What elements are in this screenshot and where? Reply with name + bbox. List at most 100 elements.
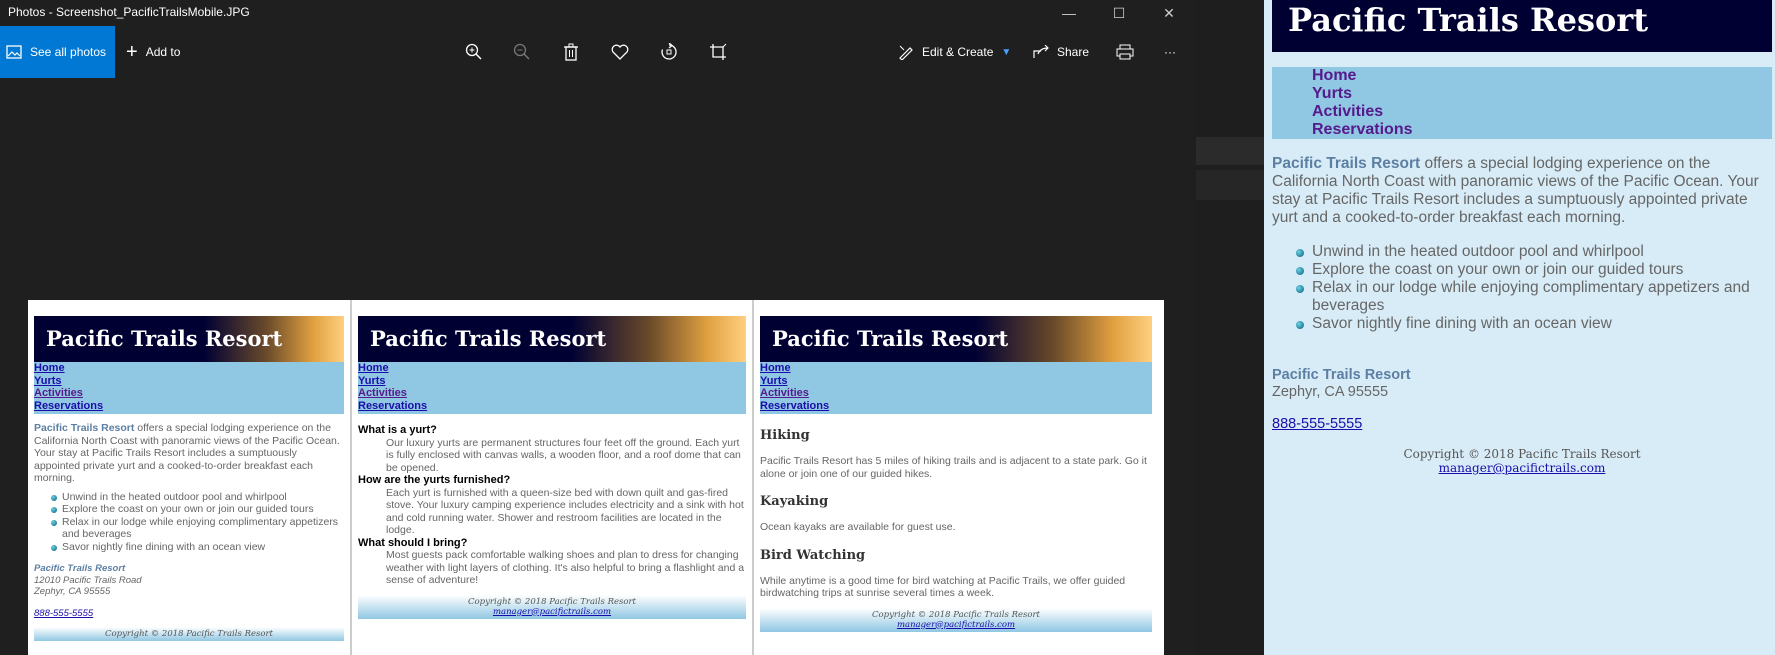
background-bar <box>1196 137 1264 165</box>
intro-lead: Pacific Trails Resort <box>1272 155 1421 172</box>
crop-icon[interactable] <box>706 40 730 64</box>
add-to-label: Add to <box>145 45 181 59</box>
nav-activities[interactable]: Activities <box>358 387 746 400</box>
photos-icon <box>6 45 22 59</box>
address: Pacific Trails Resort Zephyr, CA 95555 <box>1272 367 1411 401</box>
address-name: Pacific Trails Resort <box>34 563 126 574</box>
activity-text: While anytime is a good time for bird wa… <box>760 574 1126 600</box>
faq-question: What is a yurt? <box>358 424 437 436</box>
image-viewer: Pacific Trails Resort Home Yurts Activit… <box>28 300 1164 655</box>
footer: Copyright © 2018 Pacific Trails Resort m… <box>1272 447 1772 475</box>
delete-icon[interactable] <box>559 40 583 64</box>
site-nav: Home Yurts Activities Reservations <box>1272 67 1772 139</box>
share-button[interactable]: Share <box>1033 26 1089 78</box>
phone-link[interactable]: 888-555-5555 <box>1272 416 1362 432</box>
zoom-out-icon[interactable] <box>510 40 534 64</box>
address-street: 12010 Pacific Trails Road <box>34 574 142 586</box>
share-label: Share <box>1057 45 1090 59</box>
nav-yurts[interactable]: Yurts <box>358 375 746 388</box>
nav-reservations[interactable]: Reservations <box>358 400 746 413</box>
copyright: Copyright © 2018 Pacific Trails Resort <box>105 628 273 639</box>
list-item: Unwind in the heated outdoor pool and wh… <box>1296 243 1767 261</box>
title-bar: Photos - Screenshot_PacificTrailsMobile.… <box>0 0 1196 26</box>
nav-yurts[interactable]: Yurts <box>760 375 1152 388</box>
plus-icon: + <box>126 40 138 63</box>
address-city: Zephyr, CA 95555 <box>34 586 111 597</box>
chevron-down-icon: ▼ <box>1001 46 1012 58</box>
list-item: Explore the coast on your own or join ou… <box>51 503 344 516</box>
nav-home[interactable]: Home <box>1312 67 1772 85</box>
address: Pacific Trails Resort 12010 Pacific Trai… <box>34 563 344 598</box>
email-link[interactable]: manager@pacifictrails.com <box>358 607 746 617</box>
activity-heading: Bird Watching <box>760 547 866 563</box>
email-link[interactable]: manager@pacifictrails.com <box>1272 461 1772 475</box>
home-page-preview: Pacific Trails Resort Home Yurts Activit… <box>28 300 352 655</box>
footer: Copyright © 2018 Pacific Trails Resort <box>34 626 344 641</box>
faq-question: How are the yurts furnished? <box>358 474 511 486</box>
desktop-background <box>1196 0 1264 655</box>
features-list: Unwind in the heated outdoor pool and wh… <box>34 491 344 554</box>
edit-create-label: Edit & Create <box>922 45 994 59</box>
activity-heading: Kayaking <box>760 494 829 509</box>
maximize-button[interactable]: ☐ <box>1096 0 1142 26</box>
list-item: Relax in our lodge while enjoying compli… <box>1296 279 1767 315</box>
activity-heading: Hiking <box>760 428 810 443</box>
list-item: Explore the coast on your own or join ou… <box>1296 261 1767 279</box>
copyright: Copyright © 2018 Pacific Trails Resort <box>872 609 1040 620</box>
site-nav: Home Yurts Activities Reservations <box>34 362 344 414</box>
email-link[interactable]: manager@pacifictrails.com <box>760 620 1152 630</box>
edit-icon <box>899 45 913 60</box>
zoom-in-icon[interactable] <box>462 40 486 64</box>
nav-reservations[interactable]: Reservations <box>760 400 1152 413</box>
nav-activities[interactable]: Activities <box>760 387 1152 400</box>
list-item: Unwind in the heated outdoor pool and wh… <box>51 491 344 504</box>
edit-create-button[interactable]: Edit & Create ▼ <box>898 26 1011 78</box>
heart-icon[interactable] <box>608 40 632 64</box>
list-item: Savor nightly fine dining with an ocean … <box>51 541 344 554</box>
nav-reservations[interactable]: Reservations <box>34 400 344 413</box>
copyright: Copyright © 2018 Pacific Trails Resort <box>468 596 636 607</box>
nav-yurts[interactable]: Yurts <box>1312 85 1772 103</box>
list-item: Relax in our lodge while enjoying compli… <box>51 516 344 541</box>
phone-link[interactable]: 888-555-5555 <box>34 608 344 619</box>
see-all-photos-label: See all photos <box>30 45 107 59</box>
intro-paragraph: Pacific Trails Resort offers a special l… <box>34 422 344 485</box>
list-item: Savor nightly fine dining with an ocean … <box>1296 315 1767 333</box>
share-icon <box>1033 45 1049 58</box>
activity-text: Pacific Trails Resort has 5 miles of hik… <box>760 455 1147 480</box>
site-header: Pacific Trails Resort <box>1272 0 1772 52</box>
add-to-button[interactable]: + Add to <box>126 26 180 78</box>
nav-home[interactable]: Home <box>34 362 344 375</box>
site-banner: Pacific Trails Resort <box>760 316 1152 362</box>
rotate-icon[interactable] <box>657 40 681 64</box>
copyright: Copyright © 2018 Pacific Trails Resort <box>1403 447 1641 461</box>
nav-home[interactable]: Home <box>760 362 1152 375</box>
minimize-button[interactable]: — <box>1046 0 1092 26</box>
yurts-page-preview: Pacific Trails Resort Home Yurts Activit… <box>352 300 754 655</box>
footer: Copyright © 2018 Pacific Trails Resort m… <box>358 594 746 619</box>
nav-activities[interactable]: Activities <box>1312 103 1772 121</box>
nav-yurts[interactable]: Yurts <box>34 375 344 388</box>
footer: Copyright © 2018 Pacific Trails Resort m… <box>760 607 1152 632</box>
activity-text: Ocean kayaks are available for guest use… <box>760 521 956 533</box>
nav-activities[interactable]: Activities <box>34 387 344 400</box>
background-bar <box>1196 170 1264 200</box>
see-all-photos-button[interactable]: See all photos <box>0 26 115 78</box>
close-button[interactable]: ✕ <box>1146 0 1192 26</box>
website-page: Pacific Trails Resort Home Yurts Activit… <box>1264 0 1775 655</box>
intro-lead: Pacific Trails Resort <box>34 422 135 434</box>
site-banner: Pacific Trails Resort <box>34 316 344 362</box>
faq-question: What should I bring? <box>358 536 468 549</box>
window-title: Photos - Screenshot_PacificTrailsMobile.… <box>8 5 250 19</box>
photos-app-window: Photos - Screenshot_PacificTrailsMobile.… <box>0 0 1196 655</box>
print-icon[interactable] <box>1113 40 1137 64</box>
faq-answer: Each yurt is furnished with a queen-size… <box>386 486 744 537</box>
more-options-button[interactable]: ··· <box>1164 26 1176 78</box>
yurt-faq: What is a yurt? Our luxury yurts are per… <box>358 424 746 587</box>
nav-reservations[interactable]: Reservations <box>1312 121 1772 139</box>
nav-home[interactable]: Home <box>358 362 746 375</box>
faq-answer: Most guests pack comfortable walking sho… <box>386 549 745 586</box>
address-city: Zephyr, CA 95555 <box>1272 384 1389 400</box>
intro-paragraph: Pacific Trails Resort offers a special l… <box>1272 155 1767 227</box>
site-banner: Pacific Trails Resort <box>358 316 746 362</box>
